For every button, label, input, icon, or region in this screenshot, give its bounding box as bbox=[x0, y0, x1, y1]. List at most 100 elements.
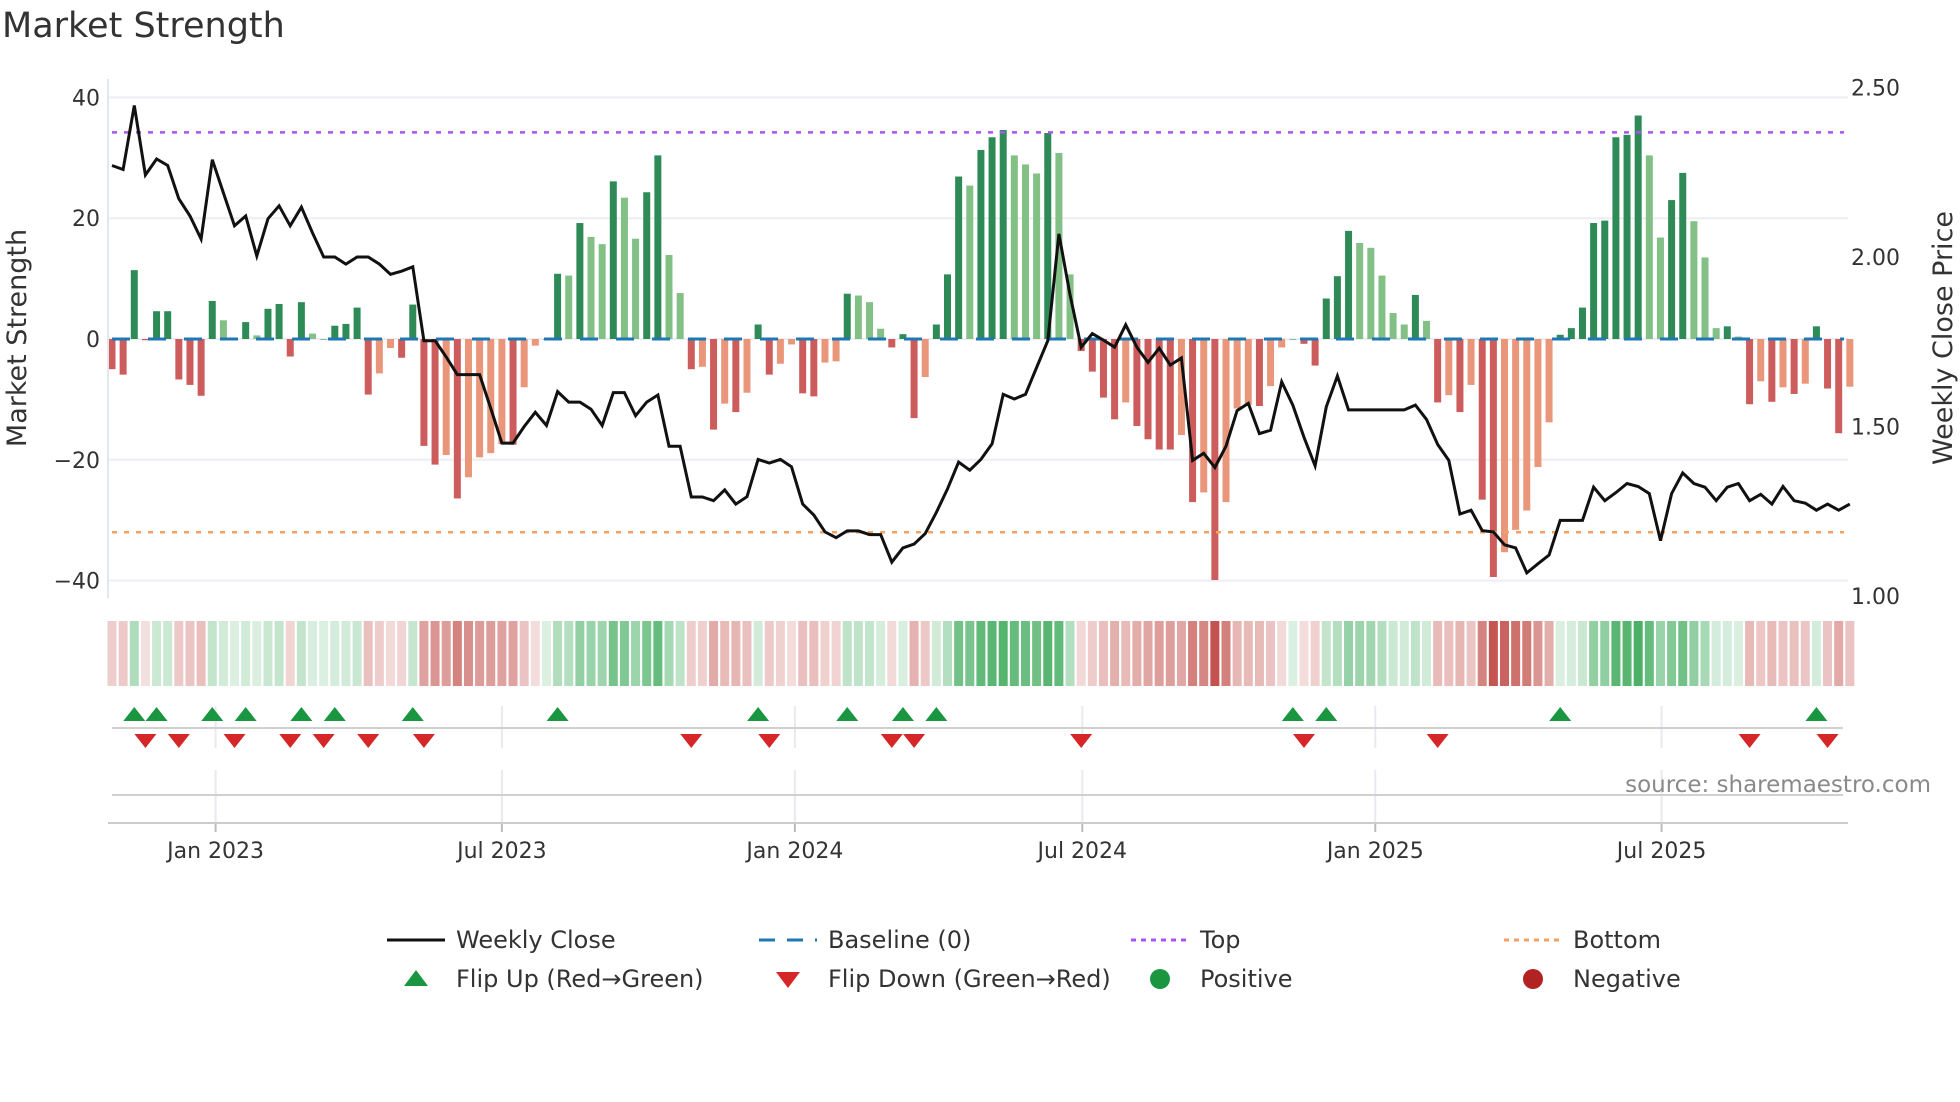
heat-cell bbox=[1789, 621, 1799, 686]
strength-bar bbox=[1311, 339, 1319, 366]
strength-bar bbox=[1812, 326, 1820, 339]
heat-cell bbox=[853, 621, 863, 686]
flip-up-marker bbox=[891, 707, 914, 721]
strength-bar bbox=[1189, 339, 1197, 503]
flip-up-marker bbox=[201, 707, 224, 721]
strength-bar bbox=[821, 339, 829, 363]
strength-bar bbox=[1801, 339, 1809, 384]
strength-bar bbox=[1757, 339, 1765, 382]
strength-bar bbox=[1790, 339, 1798, 394]
heat-cell bbox=[575, 621, 585, 686]
y2-tick-label: 2.50 bbox=[1851, 77, 1900, 102]
strength-bar bbox=[1478, 339, 1486, 500]
flip-down-marker bbox=[1426, 734, 1449, 748]
strength-bar bbox=[765, 339, 773, 375]
strength-bar bbox=[788, 339, 796, 345]
strength-bar bbox=[498, 339, 506, 445]
flip-down-marker bbox=[134, 734, 157, 748]
strength-bar bbox=[1267, 339, 1275, 387]
y2-tick-label: 1.50 bbox=[1851, 416, 1900, 441]
strength-bar bbox=[732, 339, 740, 413]
y-tick-label: 40 bbox=[72, 86, 100, 111]
heat-cell bbox=[1332, 621, 1342, 686]
heat-cell bbox=[352, 621, 362, 686]
flip-down-marker bbox=[680, 734, 703, 748]
strength-bar bbox=[576, 223, 584, 339]
legend-label: Baseline (0) bbox=[828, 926, 971, 954]
heat-cell bbox=[898, 621, 908, 686]
strength-bar bbox=[1333, 276, 1341, 339]
strength-bar bbox=[1434, 339, 1442, 403]
legend-item: Flip Up (Red→Green) bbox=[404, 965, 704, 993]
strength-bar bbox=[476, 339, 484, 458]
heat-cell bbox=[1633, 621, 1643, 686]
flip-down-marker bbox=[903, 734, 926, 748]
strength-bar bbox=[810, 339, 818, 397]
strength-bar bbox=[186, 339, 194, 385]
strength-bar bbox=[364, 339, 372, 395]
heat-cell bbox=[1555, 621, 1565, 686]
strength-bar bbox=[1144, 339, 1152, 440]
heat-cell bbox=[1678, 621, 1688, 686]
strength-bar bbox=[487, 339, 495, 454]
heat-cell bbox=[764, 621, 774, 686]
strength-bar bbox=[743, 339, 751, 393]
heat-cell bbox=[218, 621, 228, 686]
flip-up-marker bbox=[1281, 707, 1304, 721]
heat-cell bbox=[809, 621, 819, 686]
strength-bar bbox=[598, 244, 606, 339]
strength-bar bbox=[1645, 155, 1653, 339]
strength-bar bbox=[275, 303, 283, 339]
flip-down-marker bbox=[758, 734, 781, 748]
heat-cell bbox=[1689, 621, 1699, 686]
flip-down-marker bbox=[167, 734, 190, 748]
legend-label: Bottom bbox=[1573, 926, 1661, 954]
strength-bar bbox=[119, 339, 127, 375]
heat-cell bbox=[140, 621, 150, 686]
x-tick-label: Jan 2025 bbox=[1325, 839, 1424, 864]
flip-up-marker bbox=[123, 707, 146, 721]
strength-bar bbox=[1289, 339, 1297, 340]
heat-cell bbox=[463, 621, 473, 686]
strength-bar bbox=[242, 322, 250, 339]
heat-cell bbox=[1266, 621, 1276, 686]
strength-bar bbox=[609, 181, 617, 339]
legend-item: Bottom bbox=[1504, 926, 1661, 954]
heat-cell bbox=[1299, 621, 1309, 686]
heat-cell bbox=[1834, 621, 1844, 686]
strength-bar bbox=[141, 339, 149, 341]
heat-cell bbox=[430, 621, 440, 686]
heat-cell bbox=[987, 621, 997, 686]
strength-bar bbox=[1322, 298, 1330, 339]
strength-bar bbox=[1590, 223, 1598, 339]
heat-cell bbox=[241, 621, 251, 686]
strength-bar bbox=[665, 255, 673, 339]
heat-cell bbox=[1087, 621, 1097, 686]
heat-cell bbox=[775, 621, 785, 686]
strength-bar bbox=[1501, 339, 1508, 553]
heat-cell bbox=[1054, 621, 1064, 686]
flip-down-marker bbox=[223, 734, 246, 748]
strength-bar bbox=[208, 300, 216, 339]
flip-down-marker bbox=[412, 734, 435, 748]
strength-bar bbox=[1467, 339, 1475, 385]
legend-item: Baseline (0) bbox=[759, 926, 971, 954]
strength-bar bbox=[175, 339, 183, 380]
strength-bar bbox=[687, 339, 695, 370]
strength-bar bbox=[520, 339, 528, 388]
heat-cell bbox=[1188, 621, 1198, 686]
heat-cell bbox=[1076, 621, 1086, 686]
heat-cell bbox=[1845, 621, 1855, 686]
strength-bar bbox=[1768, 339, 1776, 402]
strength-bar bbox=[955, 176, 963, 339]
flip-down-marker bbox=[279, 734, 302, 748]
strength-bar bbox=[1200, 339, 1208, 493]
heat-cell bbox=[1121, 621, 1131, 686]
strength-bar bbox=[1244, 339, 1252, 405]
heat-cell bbox=[397, 621, 407, 686]
heat-cell bbox=[196, 621, 206, 686]
flip-up-marker bbox=[836, 707, 859, 721]
heat-cell bbox=[1767, 621, 1777, 686]
strength-bar bbox=[554, 273, 562, 339]
heat-cell bbox=[1221, 621, 1231, 686]
